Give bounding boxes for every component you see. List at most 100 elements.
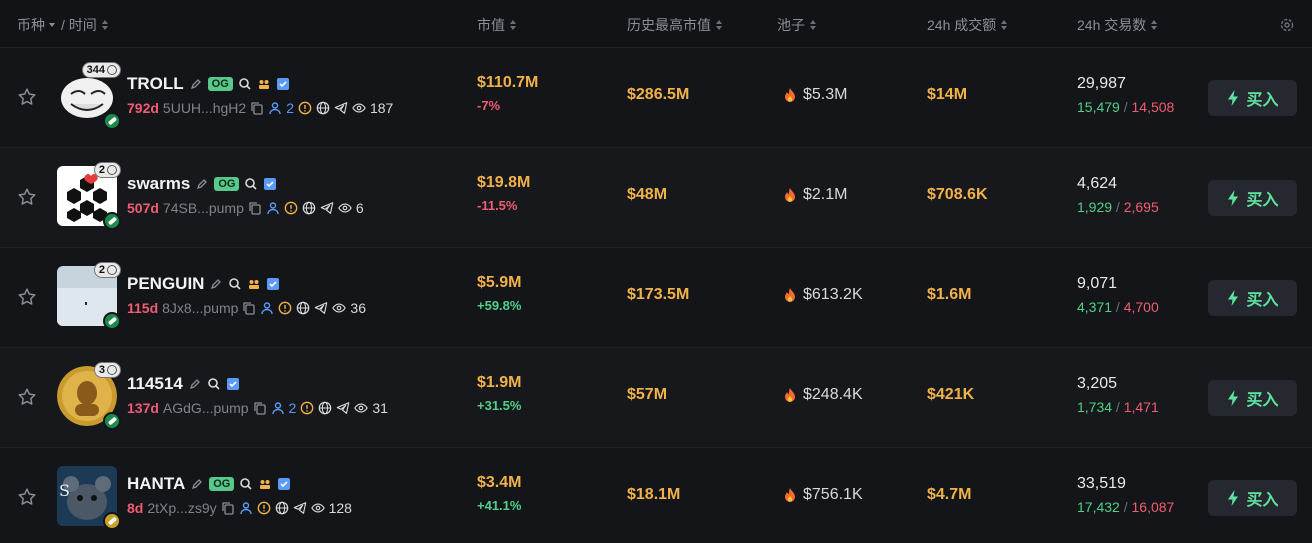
token-ticker[interactable]: TROLL <box>127 74 184 94</box>
header-pool[interactable]: 池子 <box>777 15 817 35</box>
copy-icon[interactable] <box>221 501 235 515</box>
holder-count: 2 <box>98 164 105 176</box>
buy-count: 15,479 <box>1077 99 1120 115</box>
header-txns[interactable]: 24h 交易数 <box>1077 15 1158 35</box>
telegram-icon[interactable] <box>320 201 334 215</box>
txns-total: 33,519 <box>1077 475 1126 492</box>
star-icon[interactable] <box>16 286 38 308</box>
copy-icon[interactable] <box>242 301 256 315</box>
header-token[interactable]: 币种 / 时间 <box>17 15 109 35</box>
header-ath[interactable]: 历史最高市值 <box>627 15 723 35</box>
token-avatar[interactable]: 2 <box>57 262 121 330</box>
table-row[interactable]: 2 swarms OG 507d 74SB...pump 6 $19.8M -1… <box>0 148 1312 248</box>
telegram-icon[interactable] <box>314 301 328 315</box>
header-market-cap[interactable]: 市值 <box>477 15 517 35</box>
search-icon[interactable] <box>239 477 253 491</box>
token-ticker[interactable]: HANTA <box>127 474 185 494</box>
market-cap-value: $1.9M <box>477 374 522 391</box>
globe-icon[interactable] <box>302 201 316 215</box>
copy-icon[interactable] <box>253 401 267 415</box>
warning-icon[interactable] <box>284 201 298 215</box>
twitter-verified-icon[interactable] <box>263 177 277 191</box>
star-icon[interactable] <box>16 186 38 208</box>
token-avatar[interactable]: 2 <box>57 162 121 230</box>
twitter-verified-icon[interactable] <box>276 77 290 91</box>
header-volume[interactable]: 24h 成交额 <box>927 15 1008 35</box>
table-row[interactable]: 3 114514 137d AGdG...pump 2 31 $1.9M +31… <box>0 348 1312 448</box>
twitter-verified-icon[interactable] <box>266 277 280 291</box>
eye-icon <box>338 203 352 213</box>
pill-icon <box>103 312 121 330</box>
contract-address[interactable]: 5UUH...hgH2 <box>163 100 246 116</box>
search-icon[interactable] <box>238 77 252 91</box>
buy-button[interactable]: 买入 <box>1208 80 1297 116</box>
telegram-icon[interactable] <box>334 101 348 115</box>
pill-icon <box>103 412 121 430</box>
token-avatar[interactable]: 344 <box>57 62 121 130</box>
globe-icon[interactable] <box>316 101 330 115</box>
lightning-icon <box>1228 490 1239 506</box>
search-icon[interactable] <box>244 177 258 191</box>
globe-icon[interactable] <box>318 401 332 415</box>
copy-icon[interactable] <box>248 201 262 215</box>
edit-icon[interactable] <box>190 477 204 491</box>
token-ticker[interactable]: PENGUIN <box>127 274 204 294</box>
warning-icon[interactable] <box>257 501 271 515</box>
star-icon[interactable] <box>16 486 38 508</box>
warning-icon[interactable] <box>298 101 312 115</box>
search-icon[interactable] <box>207 377 221 391</box>
edit-icon[interactable] <box>195 177 209 191</box>
sort-icon <box>809 19 817 31</box>
holder-count-badge: 2 <box>93 162 121 178</box>
warning-icon[interactable] <box>278 301 292 315</box>
volume-value: $1.6M <box>927 286 972 303</box>
globe-icon[interactable] <box>275 501 289 515</box>
header-time-label[interactable]: / 时间 <box>61 15 97 35</box>
twitter-verified-icon[interactable] <box>277 477 291 491</box>
search-icon[interactable] <box>228 277 242 291</box>
table-row[interactable]: 344 TROLL OG 792d 5UUH...hgH2 2 187 $110… <box>0 48 1312 148</box>
star-icon[interactable] <box>16 86 38 108</box>
buy-button[interactable]: 买入 <box>1208 280 1297 316</box>
token-avatar[interactable]: 3 <box>57 362 121 430</box>
telegram-icon[interactable] <box>293 501 307 515</box>
contract-address[interactable]: 2tXp...zs9y <box>147 500 216 516</box>
telegram-icon[interactable] <box>336 401 350 415</box>
token-name-line: 114514 <box>127 374 240 394</box>
globe-icon[interactable] <box>296 301 310 315</box>
edit-icon[interactable] <box>209 277 223 291</box>
table-row[interactable]: S HANTA OG 8d 2tXp...zs9y 128 $3.4M +41.… <box>0 448 1312 543</box>
warning-icon[interactable] <box>300 401 314 415</box>
ath-value: $48M <box>627 186 668 203</box>
volume-value: $708.6K <box>927 186 988 203</box>
star-icon[interactable] <box>16 386 38 408</box>
sort-icon[interactable] <box>101 19 109 31</box>
buy-count: 1,734 <box>1077 399 1113 415</box>
buy-button[interactable]: 买入 <box>1208 480 1297 516</box>
token-avatar[interactable]: S <box>57 466 121 530</box>
gear-icon[interactable] <box>1279 17 1295 33</box>
price-change: +31.5% <box>477 398 522 413</box>
price-change: -11.5% <box>477 198 518 213</box>
market-cap-cell: $19.8M -11.5% <box>477 174 530 213</box>
edit-icon[interactable] <box>189 77 203 91</box>
table-row[interactable]: 2 PENGUIN 115d 8Jx8...pump 36 $5.9M +59.… <box>0 248 1312 348</box>
copy-icon[interactable] <box>250 101 264 115</box>
twitter-verified-icon[interactable] <box>226 377 240 391</box>
dev-user-icon <box>271 402 284 415</box>
fire-icon <box>785 487 795 502</box>
pool-value: $2.1M <box>803 186 848 203</box>
contract-address[interactable]: 8Jx8...pump <box>162 300 238 316</box>
buy-button[interactable]: 买入 <box>1208 180 1297 216</box>
price-change: +41.1% <box>477 498 522 513</box>
market-cap-value: $19.8M <box>477 174 531 191</box>
contract-address[interactable]: 74SB...pump <box>163 200 244 216</box>
eye-icon <box>310 503 325 513</box>
edit-icon[interactable] <box>188 377 202 391</box>
buy-button[interactable]: 买入 <box>1208 380 1297 416</box>
token-ticker[interactable]: 114514 <box>127 374 183 394</box>
token-ticker[interactable]: swarms <box>127 174 190 194</box>
users-icon <box>107 265 117 275</box>
contract-address[interactable]: AGdG...pump <box>163 400 249 416</box>
price-change: -7% <box>477 98 501 113</box>
